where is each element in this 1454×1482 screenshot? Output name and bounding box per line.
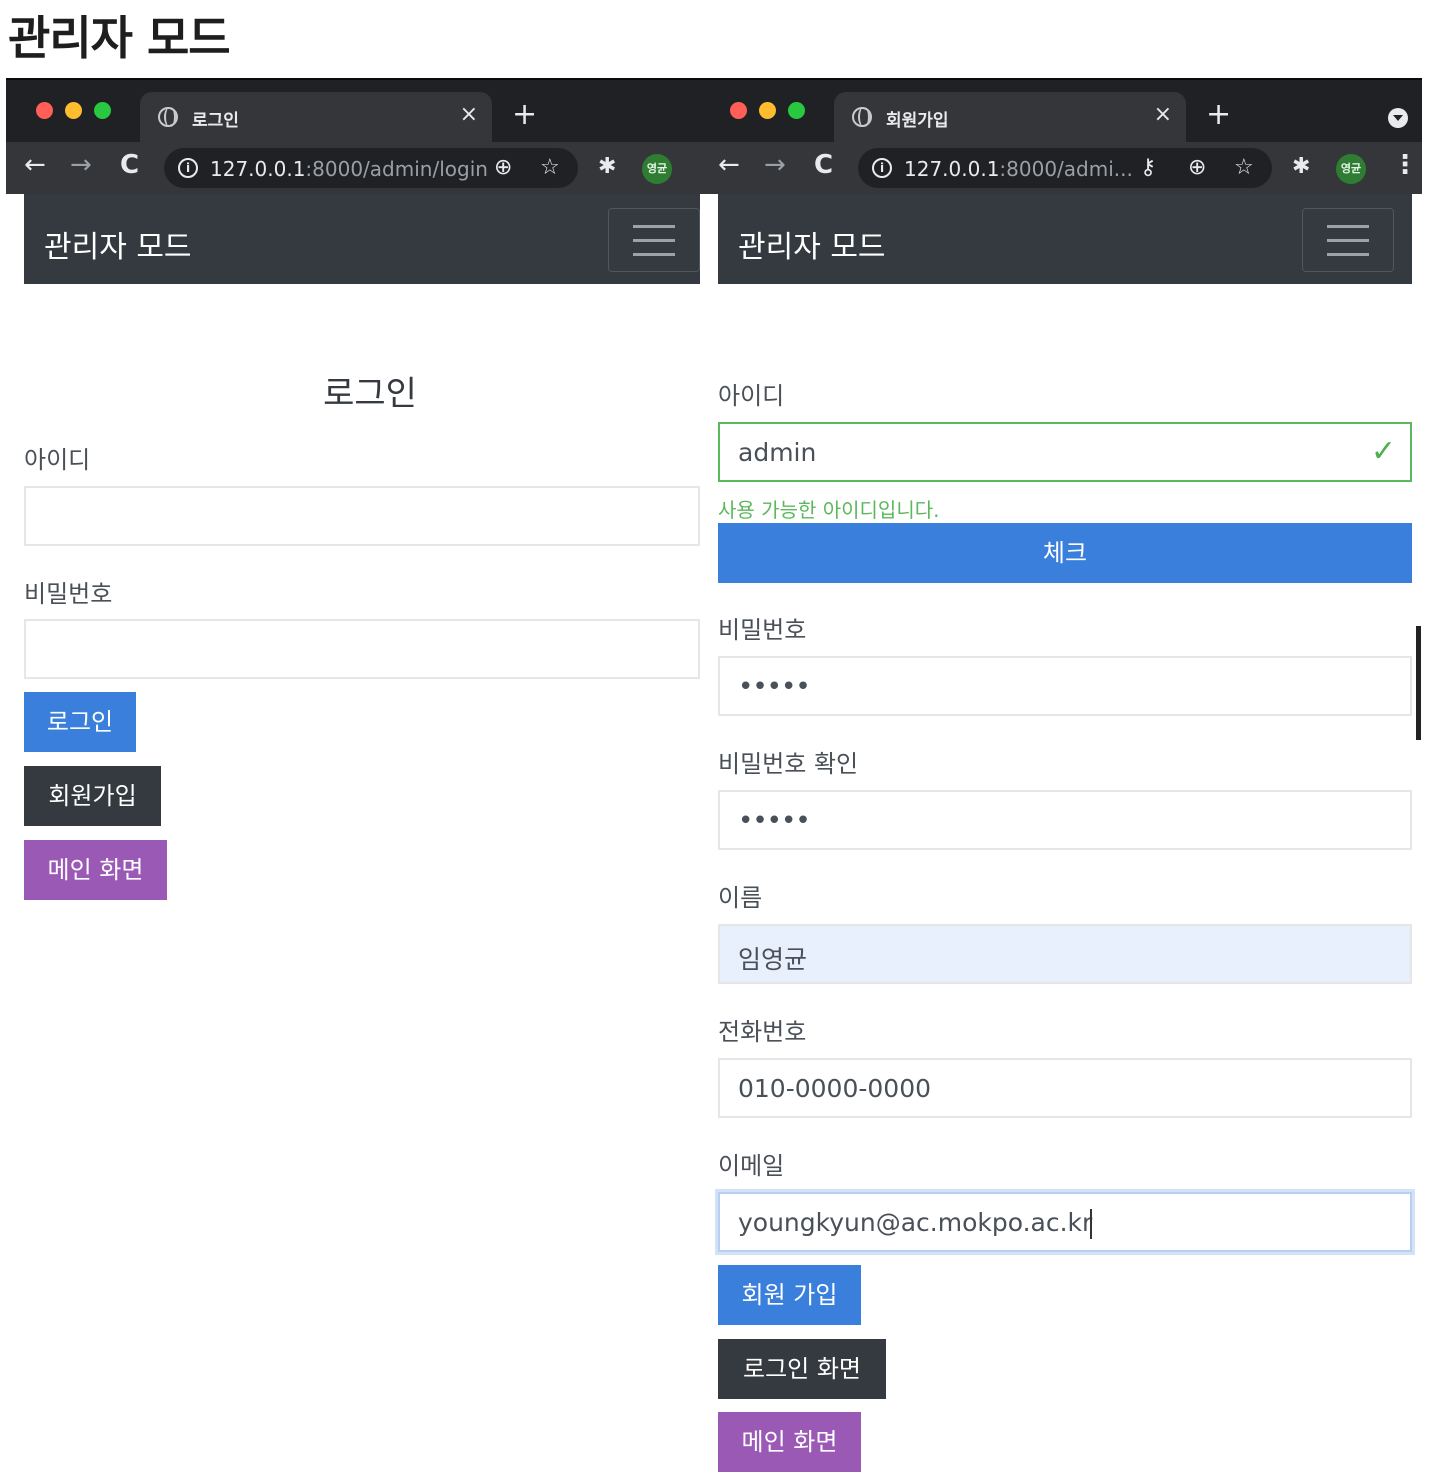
maximize-window-button[interactable]	[94, 102, 111, 119]
browser-toolbar: ← → C i 127.0.0.1:8000/admi... ⚷ ⊕ ☆ ✱ 영…	[700, 142, 1422, 194]
navbar-toggler-hamburger-icon[interactable]	[608, 208, 700, 272]
login-id-input[interactable]	[24, 486, 700, 546]
signup-password-input[interactable]: •••••	[718, 656, 1412, 716]
email-value: youngkyun@ac.mokpo.ac.kr	[738, 1208, 1093, 1237]
tab-title: 로그인	[192, 111, 239, 131]
chrome-menu-icon[interactable]: ⋮	[1392, 150, 1418, 180]
id-check-button[interactable]: 체크	[718, 523, 1412, 583]
close-tab-icon[interactable]: ×	[1154, 102, 1172, 127]
valid-check-icon: ✓	[1370, 434, 1396, 469]
browser-chrome: 회원가입 × + ← → C i 127.0.0.1:8000/admi... …	[700, 78, 1422, 194]
close-tab-icon[interactable]: ×	[460, 102, 478, 127]
new-tab-icon[interactable]: +	[512, 100, 537, 130]
scrollbar-thumb[interactable]	[1416, 626, 1421, 740]
browser-toolbar: ← → C i 127.0.0.1:8000/admin/login ⊕ ☆ ✱…	[6, 142, 700, 194]
password-label: 비밀번호	[24, 580, 113, 608]
id-label: 아이디	[718, 382, 785, 410]
login-screen-button[interactable]: 로그인 화면	[718, 1339, 886, 1399]
password-confirm-label: 비밀번호 확인	[718, 750, 859, 778]
id-valid-message: 사용 가능한 아이디입니다.	[718, 498, 940, 522]
phone-label: 전화번호	[718, 1018, 807, 1046]
app-navbar: 관리자 모드	[24, 194, 700, 284]
forward-arrow-icon[interactable]: →	[764, 152, 786, 178]
signup-button[interactable]: 회원가입	[24, 766, 161, 826]
close-window-button[interactable]	[730, 102, 747, 119]
new-tab-icon[interactable]: +	[1206, 100, 1231, 130]
address-bar[interactable]: i 127.0.0.1:8000/admi... ⚷ ⊕ ☆	[858, 148, 1272, 188]
address-bar[interactable]: i 127.0.0.1:8000/admin/login ⊕ ☆	[164, 148, 578, 188]
extensions-puzzle-icon[interactable]: ✱	[1292, 154, 1310, 179]
zoom-icon[interactable]: ⊕	[1188, 155, 1206, 180]
login-heading: 로그인	[323, 374, 417, 414]
signup-submit-button[interactable]: 회원 가입	[718, 1265, 861, 1325]
url-text: 127.0.0.1:8000/admin/login	[210, 157, 488, 181]
signup-id-input[interactable]: admin ✓	[718, 422, 1412, 482]
reload-icon[interactable]: C	[120, 152, 139, 178]
minimize-window-button[interactable]	[759, 102, 776, 119]
forward-arrow-icon[interactable]: →	[70, 152, 92, 178]
password-dots: •••••	[738, 672, 811, 702]
close-window-button[interactable]	[36, 102, 53, 119]
signup-name-input[interactable]: 임영균	[718, 924, 1412, 984]
email-label: 이메일	[718, 1152, 785, 1180]
url-text: 127.0.0.1:8000/admi...	[904, 157, 1133, 181]
navbar-toggler-hamburger-icon[interactable]	[1302, 208, 1394, 272]
bookmark-star-icon[interactable]: ☆	[1234, 155, 1254, 180]
profile-avatar[interactable]: 영균	[1336, 154, 1366, 184]
tab-search-icon[interactable]	[1388, 108, 1408, 128]
browser-tab[interactable]: 회원가입 ×	[834, 92, 1186, 142]
id-label: 아이디	[24, 446, 91, 474]
zoom-icon[interactable]: ⊕	[494, 155, 512, 180]
signup-browser-window: 회원가입 × + ← → C i 127.0.0.1:8000/admi... …	[700, 78, 1422, 1482]
minimize-window-button[interactable]	[65, 102, 82, 119]
app-navbar: 관리자 모드	[718, 194, 1412, 284]
id-value: admin	[738, 438, 817, 467]
extensions-puzzle-icon[interactable]: ✱	[598, 154, 616, 179]
navbar-brand[interactable]: 관리자 모드	[44, 222, 192, 266]
main-screen-button[interactable]: 메인 화면	[24, 840, 167, 900]
login-button[interactable]: 로그인	[24, 692, 136, 752]
password-label: 비밀번호	[718, 616, 807, 644]
login-password-input[interactable]	[24, 619, 700, 679]
text-cursor	[1090, 1209, 1093, 1239]
key-icon[interactable]: ⚷	[1140, 155, 1156, 180]
profile-avatar[interactable]: 영균	[642, 154, 672, 184]
info-icon[interactable]: i	[872, 158, 892, 178]
browser-tab[interactable]: 로그인 ×	[140, 92, 492, 142]
navbar-brand[interactable]: 관리자 모드	[738, 222, 886, 266]
maximize-window-button[interactable]	[788, 102, 805, 119]
tab-title: 회원가입	[886, 111, 949, 131]
signup-password-confirm-input[interactable]: •••••	[718, 790, 1412, 850]
main-screen-button[interactable]: 메인 화면	[718, 1412, 861, 1472]
back-arrow-icon[interactable]: ←	[718, 152, 740, 178]
signup-email-input[interactable]: youngkyun@ac.mokpo.ac.kr	[718, 1192, 1412, 1252]
password-confirm-dots: •••••	[738, 806, 811, 836]
reload-icon[interactable]: C	[814, 152, 833, 178]
login-browser-window: 로그인 × + ← → C i 127.0.0.1:8000/admin/log…	[6, 78, 700, 918]
signup-phone-input[interactable]: 010-0000-0000	[718, 1058, 1412, 1118]
page-title: 관리자 모드	[8, 11, 231, 65]
globe-icon	[158, 107, 178, 127]
name-label: 이름	[718, 884, 763, 912]
back-arrow-icon[interactable]: ←	[24, 152, 46, 178]
bookmark-star-icon[interactable]: ☆	[540, 155, 560, 180]
info-icon[interactable]: i	[178, 158, 198, 178]
browser-chrome: 로그인 × + ← → C i 127.0.0.1:8000/admin/log…	[6, 78, 700, 194]
globe-icon	[852, 107, 872, 127]
